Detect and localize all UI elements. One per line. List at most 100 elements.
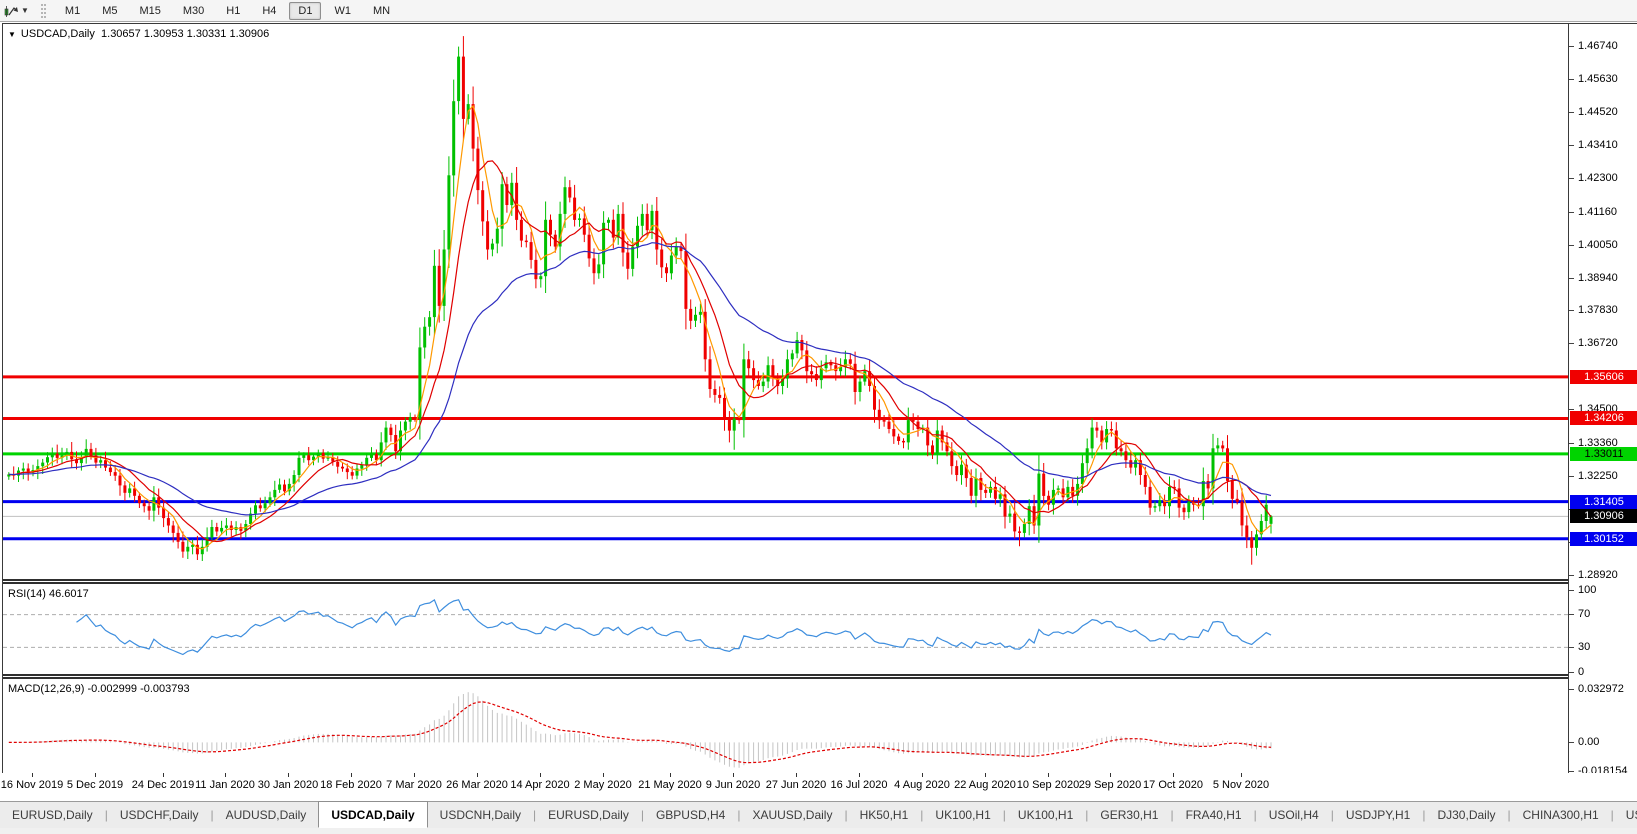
timeframe-button-m1[interactable]: M1 (56, 2, 89, 20)
symbol-tab-ger30[interactable]: GER30,H1 (1088, 802, 1170, 828)
price-line-flag: 1.35606 (1570, 370, 1637, 384)
date-tick-mark (985, 773, 986, 777)
timeframe-buttons: M1M5M15 M30H1H4D1W1MN (54, 5, 401, 17)
symbol-tab-usdjpy[interactable]: USDJPY,H1 (1334, 802, 1422, 828)
support-resistance-lines (3, 377, 1568, 539)
symbol-tab-uk100[interactable]: UK100,H1 (923, 802, 1002, 828)
price-axis[interactable]: 1.467401.456301.445201.434101.423001.411… (1568, 24, 1637, 774)
date-label: 4 Aug 2020 (894, 779, 950, 791)
date-label: 18 Feb 2020 (320, 779, 382, 791)
date-tick-mark (288, 773, 289, 777)
price-tick-label: 1.36720 (1569, 337, 1637, 350)
date-tick-mark (163, 773, 164, 777)
symbol-tab-dj30[interactable]: DJ30,Daily (1425, 802, 1507, 828)
symbol-tab-eurusd[interactable]: EURUSD,Daily (536, 802, 641, 828)
symbol-tab-gbpusd[interactable]: GBPUSD,H4 (644, 802, 737, 828)
bottom-strip (0, 828, 1637, 834)
price-tick-label: 1.41160 (1569, 206, 1637, 219)
price-tick-label: 1.37830 (1569, 304, 1637, 317)
price-line-flag: 1.31405 (1570, 495, 1637, 509)
date-label: 16 Nov 2019 (1, 779, 63, 791)
sma-10-line (9, 161, 1271, 542)
price-tick-label: 1.40050 (1569, 239, 1637, 252)
timeframe-button-m5[interactable]: M5 (93, 2, 126, 20)
timeframe-button-m30[interactable]: M30 (174, 2, 213, 20)
symbol-tab-uk100[interactable]: UK100,H1 (1006, 802, 1085, 828)
timeframe-button-w1[interactable]: W1 (325, 2, 360, 20)
macd-histogram (9, 692, 1271, 768)
symbol-tab-china300[interactable]: CHINA300,H1 (1511, 802, 1611, 828)
top-toolbar: ▼ M1M5M15 M30H1H4D1W1MN (0, 0, 1637, 22)
date-tick-mark (1241, 773, 1242, 777)
macd-tick-label: 0.00 (1569, 736, 1637, 749)
candlestick-canvas[interactable] (3, 24, 1568, 579)
rsi-panel[interactable]: RSI(14) 46.6017 (3, 584, 1568, 674)
date-tick-mark (859, 773, 860, 777)
date-tick-mark (477, 773, 478, 777)
price-tick-label: 1.46740 (1569, 40, 1637, 53)
price-line-flag: 1.33011 (1570, 447, 1637, 461)
timeframe-button-h4[interactable]: H4 (253, 2, 285, 20)
macd-tick-label: 0.032972 (1569, 683, 1637, 696)
date-axis[interactable]: 16 Nov 2019 5 Dec 2019 24 Dec 201911 Jan 2… (2, 773, 1637, 801)
date-label: 10 Sep 2020 (1017, 779, 1079, 791)
price-tick-label: 1.32250 (1569, 470, 1637, 483)
date-label: 5 Dec 2019 (67, 779, 123, 791)
symbol-dropdown-icon[interactable]: ▼ (8, 30, 16, 39)
macd-panel[interactable]: MACD(12,26,9) -0.002999 -0.003793 (3, 679, 1568, 773)
date-label: 24 Dec 2019 (132, 779, 194, 791)
toolbar-grip (41, 4, 46, 18)
symbol-tab-audusd[interactable]: AUDUSD,Daily (214, 802, 319, 828)
date-label: 11 Jan 2020 (195, 779, 255, 791)
macd-signal-line (9, 702, 1271, 763)
timeframe-button-h1[interactable]: H1 (217, 2, 249, 20)
date-tick-mark (603, 773, 604, 777)
date-label: 2 May 2020 (574, 779, 631, 791)
chart-plot-area[interactable]: ▼ USDCAD,Daily 1.30657 1.30953 1.30331 1.… (3, 24, 1568, 774)
chart-tab-bar: EURUSD,Daily|USDCHF,Daily|AUDUSD,DailyUS… (0, 801, 1637, 828)
timeframe-button-mn[interactable]: MN (364, 2, 399, 20)
date-label: 5 Nov 2020 (1213, 779, 1269, 791)
chart-window: ▼ USDCAD,Daily 1.30657 1.30953 1.30331 1.… (2, 23, 1637, 773)
rsi-tick-label: 100 (1569, 584, 1637, 597)
chart-type-dropdown-icon[interactable]: ▼ (21, 6, 29, 15)
date-label: 17 Oct 2020 (1143, 779, 1203, 791)
symbol-tab-eurusd[interactable]: EURUSD,Daily (0, 802, 105, 828)
date-label: 29 Sep 2020 (1079, 779, 1141, 791)
main-price-panel[interactable]: ▼ USDCAD,Daily 1.30657 1.30953 1.30331 1.… (3, 24, 1568, 579)
symbol-tab-fra40[interactable]: FRA40,H1 (1174, 802, 1254, 828)
price-line-flag: 1.30906 (1570, 509, 1637, 523)
timeframe-button-d1[interactable]: D1 (289, 2, 321, 20)
chart-title-symbol: USDCAD,Daily (21, 28, 95, 40)
date-tick-mark (922, 773, 923, 777)
date-tick-mark (733, 773, 734, 777)
chart-title-ohlc: 1.30657 1.30953 1.30331 1.30906 (101, 28, 269, 40)
rsi-canvas[interactable] (3, 584, 1568, 674)
symbol-tab-usdcad[interactable]: USDCAD,Daily (318, 801, 427, 828)
symbol-tab-usdcnh[interactable]: USDCNH,Daily (428, 802, 533, 828)
price-tick-label: 1.28920 (1569, 569, 1637, 582)
date-tick-mark (32, 773, 33, 777)
date-label: 14 Apr 2020 (510, 779, 569, 791)
date-tick-mark (1110, 773, 1111, 777)
rsi-tick-label: 0 (1569, 666, 1637, 679)
symbol-tab-usoil[interactable]: USOil,H4 (1257, 802, 1331, 828)
rsi-tick-label: 30 (1569, 641, 1637, 654)
chart-type-icon[interactable] (1, 3, 21, 19)
rsi-tick-label: 70 (1569, 608, 1637, 621)
symbol-tab-usdchf[interactable]: USDCHF,Daily (108, 802, 211, 828)
date-tick-mark (95, 773, 96, 777)
macd-canvas[interactable] (3, 679, 1568, 773)
symbol-tab-xauusd[interactable]: XAUUSD,Daily (740, 802, 844, 828)
date-tick-mark (670, 773, 671, 777)
symbol-tab-hk50[interactable]: HK50,H1 (848, 802, 921, 828)
price-line-flag: 1.30152 (1570, 532, 1637, 546)
date-label: 26 Mar 2020 (446, 779, 508, 791)
date-tick-mark (796, 773, 797, 777)
date-label: 9 Jun 2020 (706, 779, 760, 791)
timeframe-button-m15[interactable]: M15 (130, 2, 169, 20)
rsi-line (77, 600, 1272, 655)
date-label: 21 May 2020 (638, 779, 702, 791)
symbol-tab-usoil[interactable]: USOil,H1 (1614, 802, 1637, 828)
date-label: 22 Aug 2020 (954, 779, 1016, 791)
